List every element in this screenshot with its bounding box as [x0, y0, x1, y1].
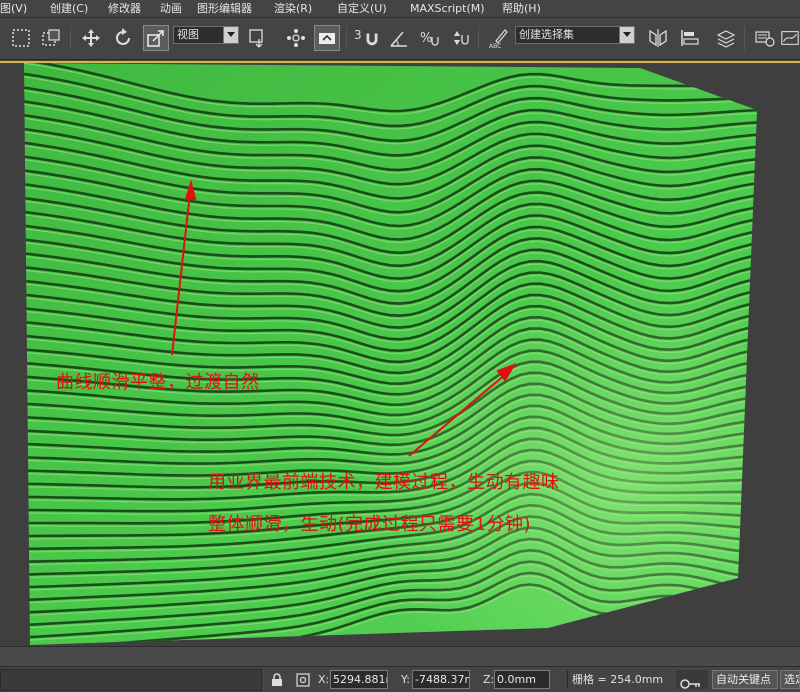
move-button[interactable] — [78, 25, 104, 51]
percent-snap-button[interactable]: % — [416, 25, 442, 51]
reference-coord-dropdown[interactable]: 视图 — [173, 26, 239, 44]
lock-icon — [272, 673, 282, 686]
window-crossing-icon — [42, 29, 60, 46]
scale-icon — [147, 30, 164, 47]
main-toolbar: 视图 3 % ABC 创建选择集 — [0, 18, 800, 60]
manipulate-icon — [287, 29, 305, 47]
menu-customize[interactable]: 自定义(U) — [337, 0, 387, 18]
maxscript-listener-mini[interactable] — [0, 669, 262, 691]
magnet-icon — [366, 33, 378, 46]
layers-icon — [716, 30, 736, 48]
menu-view[interactable]: 图(V) — [0, 0, 27, 18]
absolute-mode-button[interactable] — [294, 671, 312, 689]
menu-create[interactable]: 创建(C) — [50, 0, 88, 18]
chevron-down-icon — [223, 27, 238, 43]
menu-maxscript[interactable]: MAXScript(M) — [410, 0, 485, 18]
keyboard-shortcut-button[interactable] — [314, 25, 340, 51]
pencil-abc-icon: ABC — [489, 29, 508, 49]
selected-dropdown[interactable]: 选定 — [780, 670, 800, 689]
y-coord-label: Y: — [401, 673, 410, 686]
layer-manager-button[interactable] — [713, 25, 739, 51]
named-selection-dropdown[interactable]: 创建选择集 — [515, 26, 635, 44]
mirror-icon — [649, 29, 667, 47]
wave-panel-model — [24, 63, 757, 645]
angle-snap-icon — [390, 31, 407, 47]
svg-text:%: % — [420, 31, 432, 46]
time-slider-track[interactable] — [0, 646, 800, 666]
svg-text:ABC: ABC — [489, 43, 501, 49]
status-bar: X: 5294.881m Y: -7488.37m Z: 0.0mm 栅格 = … — [0, 666, 800, 692]
spinner-snap-icon — [454, 31, 469, 45]
scene-explorer-button[interactable] — [752, 25, 778, 51]
mirror-button[interactable] — [645, 25, 671, 51]
scene-explorer-icon — [755, 31, 775, 47]
max-window: 图(V) 创建(C) 修改器 动画 图形编辑器 渲染(R) 自定义(U) MAX… — [0, 0, 800, 692]
edit-named-selection-button[interactable]: ABC — [486, 25, 512, 51]
crosshair-icon — [296, 673, 310, 687]
menu-rendering[interactable]: 渲染(R) — [274, 0, 312, 18]
x-coord-label: X: — [318, 673, 330, 686]
pivot-center-icon — [249, 29, 263, 48]
menu-modifiers[interactable]: 修改器 — [108, 0, 141, 18]
align-button[interactable] — [677, 25, 703, 51]
align-icon — [681, 30, 699, 46]
reference-coord-value: 视图 — [177, 28, 199, 41]
z-coord-field[interactable]: 0.0mm — [494, 670, 550, 689]
menu-graph-editors[interactable]: 图形编辑器 — [197, 0, 252, 18]
scale-button[interactable] — [143, 25, 169, 51]
rotate-button[interactable] — [110, 25, 136, 51]
grid-size-readout: 栅格 = 254.0mm — [567, 670, 665, 689]
pivot-center-button[interactable] — [245, 25, 271, 51]
menu-bar: 图(V) 创建(C) 修改器 动画 图形编辑器 渲染(R) 自定义(U) MAX… — [0, 0, 800, 18]
menu-help[interactable]: 帮助(H) — [502, 0, 541, 18]
perspective-viewport[interactable]: 曲线顺滑平整，过渡自然 用业界最前端技术，建模过程，生动有趣味 整体顺滑，生动(… — [0, 61, 800, 646]
rotate-icon — [116, 28, 130, 45]
percent-snap-icon: % — [420, 31, 439, 46]
spinner-snap-button[interactable] — [446, 25, 472, 51]
rect-select-icon — [12, 29, 30, 47]
chevron-down-icon — [619, 27, 634, 43]
y-coord-field[interactable]: -7488.37m — [412, 670, 470, 689]
menu-animation[interactable]: 动画 — [160, 0, 182, 18]
named-selection-value: 创建选择集 — [519, 28, 574, 41]
key-icon — [680, 679, 700, 689]
curve-editor-icon — [781, 31, 799, 45]
set-key-area[interactable] — [676, 670, 708, 689]
z-coord-label: Z: — [483, 673, 495, 686]
curve-editor-button[interactable] — [780, 25, 800, 51]
selection-lock-button[interactable] — [268, 671, 286, 689]
auto-key-button[interactable]: 自动关键点 — [712, 670, 778, 689]
x-coord-field[interactable]: 5294.881m — [330, 670, 388, 689]
angle-snap-button[interactable] — [386, 25, 412, 51]
annotation-overall-smooth: 整体顺滑，生动(完成过程只需要1分钟) — [208, 514, 531, 535]
snap-toggle-button[interactable] — [362, 25, 382, 51]
select-manipulate-button[interactable] — [283, 25, 309, 51]
window-crossing-button[interactable] — [38, 25, 64, 51]
annotation-technology: 用业界最前端技术，建模过程，生动有趣味 — [208, 472, 560, 493]
snap-3d-label: 3 — [354, 28, 362, 42]
keyboard-override-icon — [319, 33, 335, 44]
move-icon — [82, 29, 100, 47]
annotation-curve-smooth: 曲线顺滑平整，过渡自然 — [56, 372, 260, 393]
select-region-button[interactable] — [8, 25, 34, 51]
